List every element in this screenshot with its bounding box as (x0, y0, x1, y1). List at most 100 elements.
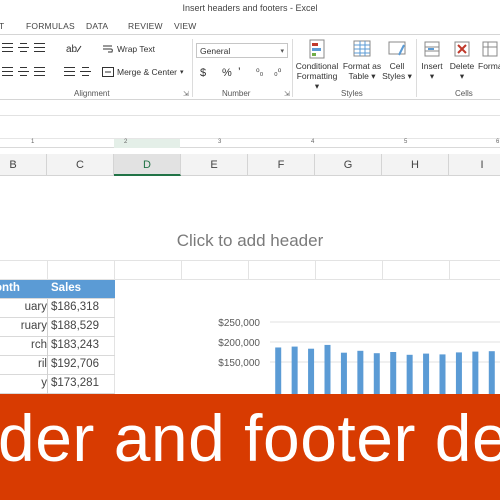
number-format-dropdown[interactable]: General ▾ (196, 43, 288, 58)
banner-text: der and footer de (0, 401, 500, 475)
increase-decimal-icon: ⁰₀ (256, 67, 264, 77)
cell-styles-button[interactable]: Cell Styles ▾ (382, 39, 412, 81)
insert-cells-icon (424, 41, 440, 57)
merge-center-button[interactable]: Merge & Center ▾ (102, 67, 184, 77)
chart-bar[interactable] (472, 351, 479, 400)
column-header-f[interactable]: F (248, 154, 315, 176)
chart-bar[interactable] (357, 350, 364, 400)
orientation-button[interactable]: ab (66, 42, 82, 54)
percent-button[interactable]: % (222, 67, 232, 79)
month-cell[interactable]: rch (0, 339, 47, 351)
cells-group-label: Cells (455, 89, 473, 98)
tab-insert[interactable]: T (0, 21, 4, 31)
ruler-number: 1 (31, 139, 35, 145)
column-header-c[interactable]: C (47, 154, 114, 176)
column-header-b[interactable]: B (0, 154, 47, 176)
percent-icon: % (222, 67, 232, 79)
column-header-i[interactable]: I (449, 154, 500, 176)
table-header-sales[interactable]: Sales (48, 282, 115, 294)
comma-button[interactable]: ’ (238, 65, 241, 79)
chart-bar[interactable] (340, 352, 347, 400)
column-header-g[interactable]: G (315, 154, 382, 176)
increase-decimal-button[interactable]: ⁰₀ (256, 67, 263, 78)
currency-button[interactable]: $ (200, 67, 206, 79)
column-header-e[interactable]: E (181, 154, 248, 176)
align-center-button[interactable] (18, 67, 29, 76)
month-cell[interactable]: y (0, 377, 47, 389)
tab-review[interactable]: REVIEW (128, 21, 163, 31)
number-group-label: Number (222, 89, 251, 98)
align-top-button[interactable] (2, 43, 13, 52)
format-cells-button[interactable]: Forma (478, 39, 500, 71)
increase-indent-button[interactable] (80, 67, 91, 76)
horizontal-ruler: 1 2 3 4 5 6 (0, 138, 500, 148)
group-divider (192, 39, 193, 97)
delete-label: Delete (449, 61, 475, 71)
sales-cell[interactable]: $186,318 (48, 301, 115, 313)
chart-bar[interactable] (275, 347, 282, 400)
align-bottom-icon (34, 43, 45, 52)
format-cells-icon (482, 41, 498, 57)
sales-cell[interactable]: $183,243 (48, 339, 115, 351)
align-center-icon (18, 67, 29, 76)
chart-bar[interactable] (291, 346, 298, 400)
chart-bar[interactable] (390, 352, 397, 400)
wrap-text-icon (103, 45, 113, 53)
orientation-icon: ab (66, 44, 82, 54)
chart-bar[interactable] (324, 344, 331, 400)
insert-label: Insert (421, 61, 443, 71)
number-format-value: General (200, 46, 231, 56)
table-row: ruary $188,529 (0, 318, 115, 337)
month-cell[interactable]: ril (0, 358, 47, 370)
table-header-month[interactable]: onth (0, 282, 42, 294)
decrease-decimal-icon: ₀⁰ (274, 67, 282, 77)
wrap-text-button[interactable]: Wrap Text (102, 44, 155, 54)
ribbon: ab Wrap Text Merge & Center ▾ Alignment … (0, 34, 500, 100)
conditional-formatting-button[interactable]: Conditional Formatting ▾ (294, 39, 340, 91)
merge-center-icon (102, 67, 114, 77)
svg-text:ab: ab (66, 44, 78, 54)
merge-center-label: Merge & Center (117, 67, 177, 77)
delete-cells-button[interactable]: Delete ▾ (448, 39, 476, 81)
tab-view[interactable]: VIEW (174, 21, 197, 31)
align-left-button[interactable] (2, 67, 13, 76)
tab-data[interactable]: DATA (86, 21, 108, 31)
column-header-h[interactable]: H (382, 154, 449, 176)
chart-bar[interactable] (455, 352, 462, 400)
month-cell[interactable]: ruary (0, 320, 47, 332)
sales-chart[interactable]: $250,000 $200,000 $150,000 (120, 280, 500, 400)
chart-bar[interactable] (488, 351, 495, 400)
align-right-button[interactable] (34, 67, 45, 76)
decrease-indent-button[interactable] (64, 67, 75, 76)
formula-bar[interactable] (0, 104, 500, 116)
ruler-number: 6 (496, 139, 500, 145)
month-cell[interactable]: uary (0, 301, 47, 313)
chart-bar[interactable] (308, 348, 315, 400)
sales-cell[interactable]: $173,281 (48, 377, 115, 389)
table-row: ril $192,706 (0, 356, 115, 375)
insert-cells-button[interactable]: Insert ▾ (418, 39, 446, 81)
column-header-d[interactable]: D (114, 154, 181, 176)
align-bottom-button[interactable] (34, 43, 45, 52)
header-placeholder[interactable]: Click to add header (0, 231, 500, 251)
format-as-table-icon (353, 40, 371, 57)
ribbon-tabs: T FORMULAS DATA REVIEW VIEW (0, 18, 500, 34)
align-middle-button[interactable] (18, 43, 29, 52)
delete-cells-icon (454, 41, 470, 57)
table-row: uary $186,318 (0, 299, 115, 318)
alignment-launcher-icon[interactable]: ⇲ (183, 90, 189, 98)
tab-formulas[interactable]: FORMULAS (26, 21, 75, 31)
number-launcher-icon[interactable]: ⇲ (284, 90, 290, 98)
sales-cell[interactable]: $188,529 (48, 320, 115, 332)
decrease-decimal-button[interactable]: ₀⁰ (274, 67, 281, 78)
chart-bar[interactable] (373, 353, 380, 400)
align-middle-icon (18, 43, 29, 52)
comma-icon: ’ (238, 65, 241, 79)
styles-group-label: Styles (341, 89, 363, 98)
currency-icon: $ (200, 67, 207, 79)
format-label: Forma (478, 61, 500, 71)
y-tick-label: $150,000 (218, 358, 260, 369)
sales-cell[interactable]: $192,706 (48, 358, 115, 370)
format-as-table-button[interactable]: Format as Table ▾ (342, 39, 382, 81)
chevron-down-icon: ▾ (459, 71, 465, 81)
